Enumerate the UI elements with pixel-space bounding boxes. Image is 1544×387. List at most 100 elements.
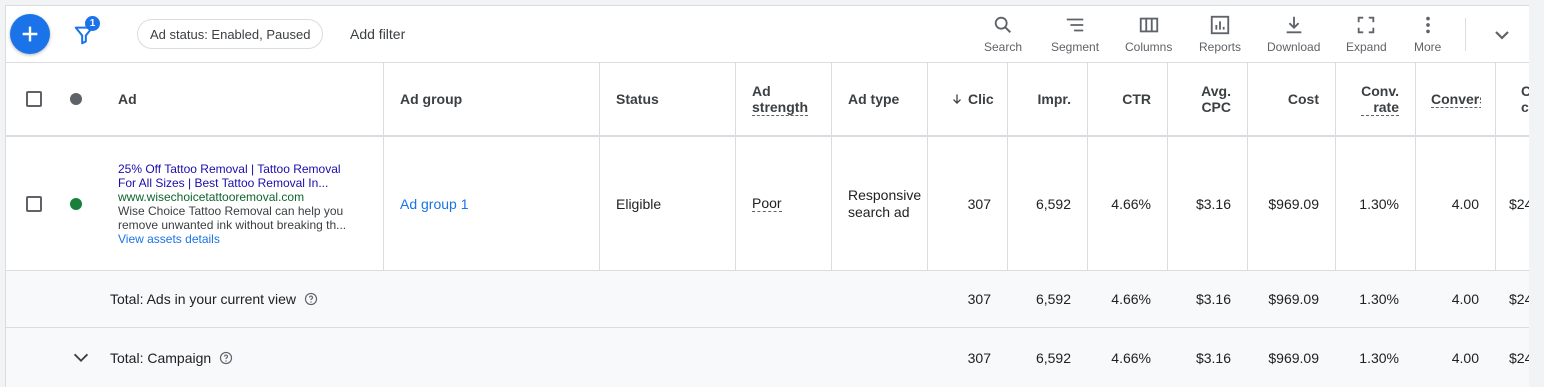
header-conv-rate[interactable]: Conv. rate: [1335, 63, 1399, 135]
chevron-down-icon[interactable]: [70, 347, 92, 369]
clicks-value: 307: [967, 195, 991, 212]
total-current-view-label-cell: Total: Ads in your current view: [110, 271, 318, 327]
conv-rate-value: 1.30%: [1359, 195, 1399, 212]
header-status[interactable]: Status: [616, 63, 659, 135]
total-view-impr: 6,592: [1035, 291, 1071, 307]
columns-tool-button[interactable]: Columns: [1125, 14, 1172, 54]
download-icon: [1286, 16, 1302, 34]
filter-count-badge: 1: [85, 16, 100, 31]
ad-display-url: www.wisechoicetattooremoval.com: [118, 189, 305, 204]
columns-icon: [1139, 17, 1158, 33]
header-conversions-label: Convers: [1431, 91, 1481, 108]
total-view-conversions: 4.00: [1451, 291, 1479, 307]
chevron-down-icon[interactable]: [1490, 23, 1514, 47]
total-view-clicks: 307: [967, 291, 991, 307]
header-clicks-label: Clic: [968, 91, 994, 107]
header-ad[interactable]: Ad: [118, 63, 137, 135]
total-current-view-row: Total: Ads in your current view 307 6,59…: [6, 271, 1529, 328]
status-value: Eligible: [616, 195, 662, 212]
row-checkbox-cell[interactable]: [26, 137, 42, 270]
status-dot-header: [70, 63, 82, 135]
total-campaign-cost: $969.09: [1268, 350, 1319, 366]
header-conversions[interactable]: Convers: [1431, 63, 1481, 135]
ad-preview[interactable]: 25% Off Tattoo Removal | Tattoo Removal …: [118, 137, 346, 270]
table-toolbar: 1 Ad status: Enabled, Paused Add filter …: [6, 6, 1529, 63]
more-tool-button[interactable]: More: [1414, 14, 1441, 54]
header-conv-rate-line2: rate: [1373, 98, 1399, 115]
ad-group-link[interactable]: Ad group 1: [400, 137, 469, 270]
total-campaign-conv-rate: 1.30%: [1359, 350, 1399, 366]
ad-type-text: Responsive search ad: [848, 187, 921, 221]
cut-column-value: $24: [1509, 195, 1529, 212]
total-view-cost: $969.09: [1268, 291, 1319, 307]
header-ad-group[interactable]: Ad group: [400, 63, 462, 135]
reports-icon: [1210, 15, 1230, 35]
expand-icon: [1358, 16, 1375, 34]
header-avg-cpc-text: Avg. CPC: [1201, 83, 1231, 115]
ad-status-filter-chip[interactable]: Ad status: Enabled, Paused: [137, 19, 324, 49]
view-assets-details-link[interactable]: View assets details: [118, 232, 220, 246]
segment-tool-label: Segment: [1051, 40, 1100, 54]
search-tool-label: Search: [984, 40, 1023, 54]
avg-cpc-value: $3.16: [1195, 195, 1231, 212]
download-tool-label: Download: [1267, 40, 1321, 54]
row-status-dot-cell: [70, 137, 82, 270]
total-campaign-label: Total: Campaign: [110, 350, 212, 366]
search-tool-button[interactable]: Search: [984, 14, 1022, 54]
segment-tool-button[interactable]: Segment: [1051, 14, 1099, 54]
header-avg-cpc-line2: CPC: [1201, 99, 1231, 115]
arrow-down-icon: [953, 94, 961, 104]
segment-icon: [1066, 18, 1084, 32]
header-cut-line1: C: [1521, 83, 1529, 99]
ad-type-line2: search ad: [848, 203, 910, 220]
ads-table-panel: 1 Ad status: Enabled, Paused Add filter …: [5, 5, 1529, 387]
ad-strength-value[interactable]: Poor: [752, 195, 782, 212]
select-all-checkbox[interactable]: [26, 91, 42, 107]
header-cut-line2: c: [1521, 99, 1529, 115]
total-campaign-cut-value: $24: [1509, 350, 1529, 366]
ad-description-line1: Wise Choice Tattoo Removal can help you: [118, 203, 344, 218]
total-view-avg-cpc: $3.16: [1195, 291, 1231, 307]
header-ad-type[interactable]: Ad type: [848, 63, 899, 135]
header-avg-cpc[interactable]: Avg. CPC: [1167, 63, 1231, 135]
header-ad-strength-line1: Ad: [752, 82, 771, 99]
header-avg-cpc-line1: Avg.: [1201, 83, 1231, 99]
total-view-ctr: 4.66%: [1111, 291, 1151, 307]
create-button[interactable]: [10, 14, 50, 54]
total-campaign-row: Total: Campaign 307 6,592 4.66% $3.16 $9…: [6, 328, 1529, 387]
header-impr[interactable]: Impr.: [1007, 63, 1071, 135]
ctr-value: 4.66%: [1111, 195, 1151, 212]
total-campaign-avg-cpc: $3.16: [1195, 350, 1231, 366]
more-icon: [1425, 16, 1430, 34]
total-current-view-label: Total: Ads in your current view: [110, 291, 296, 307]
reports-tool-button[interactable]: Reports: [1199, 14, 1241, 54]
row-checkbox[interactable]: [26, 195, 42, 212]
add-filter-button[interactable]: Add filter: [350, 26, 405, 42]
reports-tool-label: Reports: [1199, 40, 1242, 54]
columns-tool-label: Columns: [1125, 40, 1173, 54]
cost-value: $969.09: [1268, 195, 1319, 212]
header-cost[interactable]: Cost: [1247, 63, 1319, 135]
header-clicks[interactable]: Clic: [950, 63, 1003, 135]
header-ad-strength-text: Ad strength: [752, 83, 808, 116]
ad-headline-line2[interactable]: For All Sizes | Best Tattoo Removal In..…: [118, 176, 328, 190]
more-tool-label: More: [1414, 40, 1442, 54]
ad-headline-line1[interactable]: 25% Off Tattoo Removal | Tattoo Removal: [118, 162, 341, 176]
header-cut-column[interactable]: C c: [1521, 63, 1529, 135]
expand-tool-button[interactable]: Expand: [1346, 14, 1387, 54]
help-icon[interactable]: [304, 292, 318, 306]
download-tool-button[interactable]: Download: [1267, 14, 1320, 54]
header-ctr[interactable]: CTR: [1087, 63, 1151, 135]
header-conv-rate-text: Conv. rate: [1361, 83, 1399, 116]
ad-strength-value-cell[interactable]: Poor: [752, 137, 782, 270]
total-campaign-conversions: 4.00: [1451, 350, 1479, 366]
conversions-value: 4.00: [1451, 195, 1479, 212]
expand-campaign-toggle[interactable]: [70, 328, 92, 387]
header-ad-strength[interactable]: Ad strength: [752, 63, 808, 135]
expand-tool-label: Expand: [1346, 40, 1387, 54]
toolbar-divider: [1465, 18, 1466, 51]
help-icon[interactable]: [219, 351, 233, 365]
total-view-conv-rate: 1.30%: [1359, 291, 1399, 307]
ad-description-line2: remove unwanted ink without breaking th.…: [118, 217, 347, 232]
select-all-checkbox-cell[interactable]: [26, 63, 42, 135]
